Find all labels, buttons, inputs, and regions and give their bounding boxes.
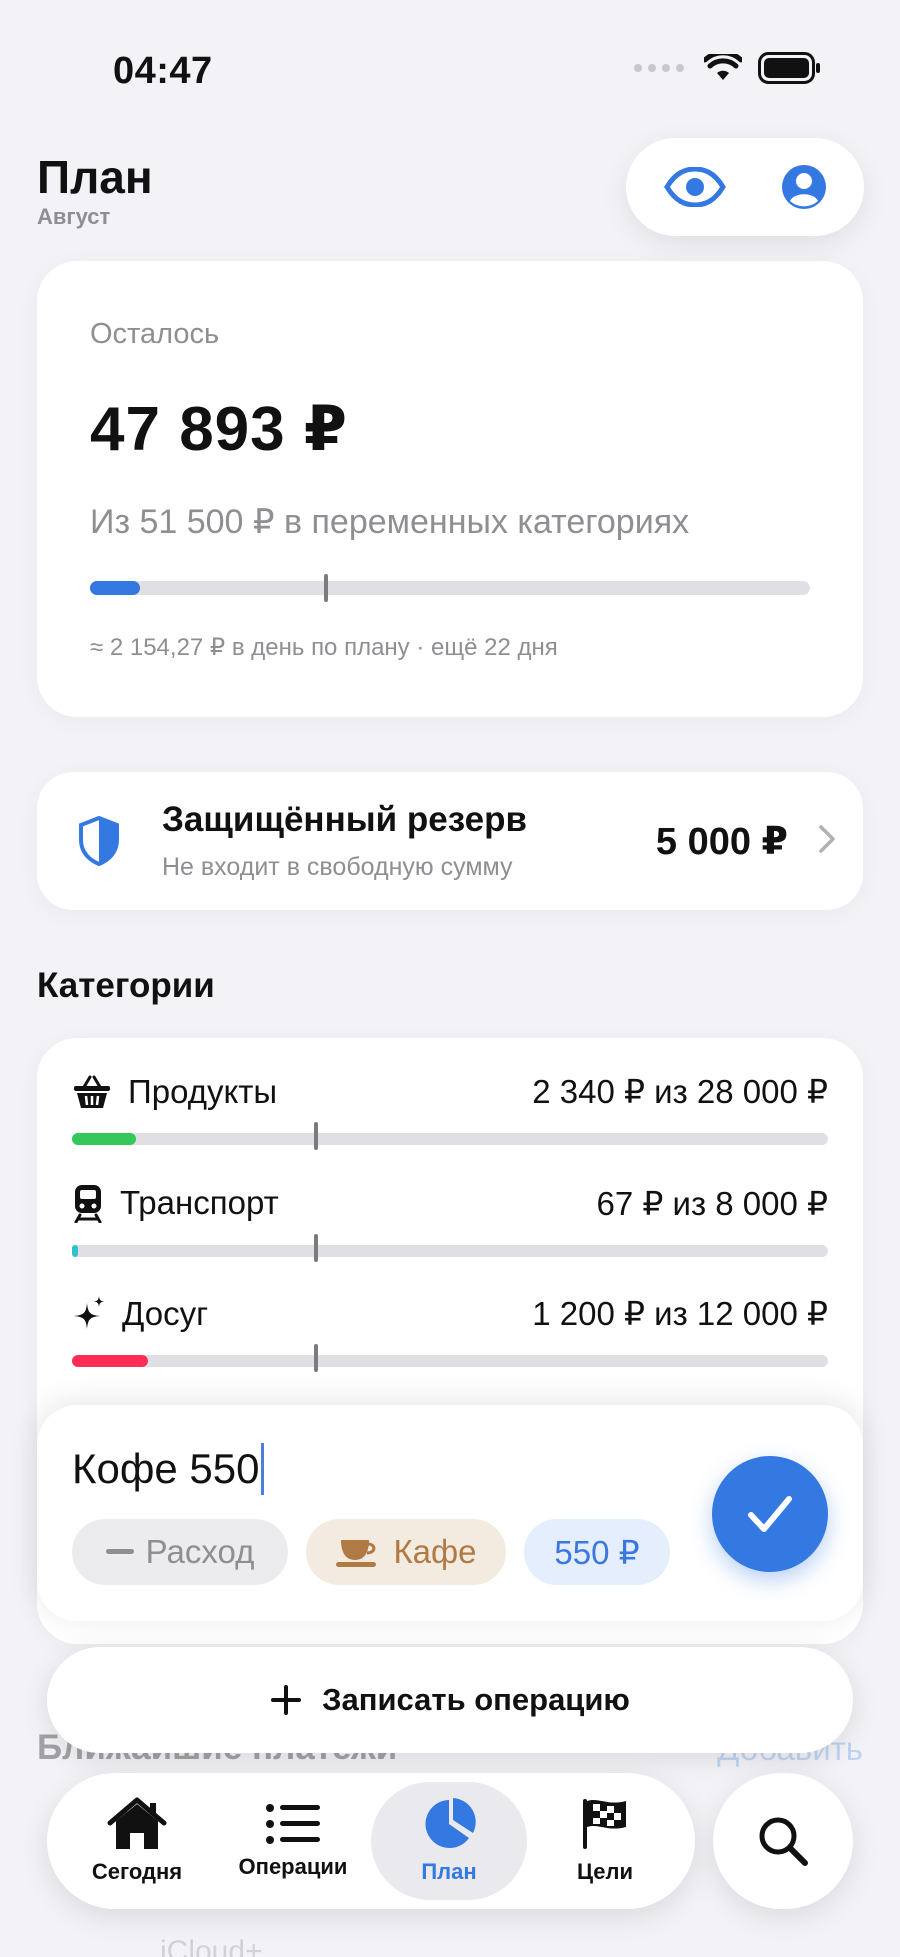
tab-today[interactable]: Сегодня: [59, 1782, 215, 1900]
category-plan-marker: [313, 1234, 318, 1262]
record-operation-button[interactable]: Записать операцию: [47, 1647, 853, 1753]
category-plan-marker: [313, 1122, 318, 1150]
category-name: Продукты: [128, 1072, 278, 1110]
signal-icon: [634, 64, 684, 72]
sparkles-icon: [74, 1295, 104, 1329]
quick-entry-text: Кофе 550: [72, 1445, 260, 1492]
tab-label: Сегодня: [91, 1859, 183, 1884]
confirm-button[interactable]: [712, 1456, 828, 1572]
pie-chart-icon: [425, 1798, 476, 1848]
quick-entry-input[interactable]: Кофе 550: [72, 1443, 265, 1495]
tab-bar: Сегодня Операции План Цели: [47, 1773, 695, 1909]
category-plan-marker: [313, 1344, 318, 1372]
category-name: Транспорт: [120, 1184, 279, 1221]
tab-label: Цели: [576, 1859, 634, 1884]
shield-icon: [79, 816, 119, 866]
chip-expense-type[interactable]: Расход: [72, 1519, 288, 1585]
category-progress-bar: [72, 1234, 828, 1262]
reserve-subtitle: Не входит в свободную сумму: [162, 853, 513, 881]
checkmark-icon: [748, 1496, 792, 1532]
summary-progress-bar: [90, 574, 810, 602]
tab-label: План: [421, 1859, 477, 1884]
page-subtitle: Август: [37, 204, 111, 229]
status-time: 04:47: [113, 50, 213, 92]
search-icon: [759, 1817, 808, 1866]
remaining-amount: 47 893 ₽: [90, 395, 348, 464]
eye-icon[interactable]: [663, 167, 726, 207]
coffee-cup-icon: [336, 1540, 377, 1567]
category-progress-fill: [72, 1245, 79, 1257]
profile-icon[interactable]: [781, 164, 827, 210]
tab-label: Операции: [238, 1854, 348, 1879]
search-button[interactable]: [713, 1773, 853, 1909]
record-operation-label: Записать операцию: [322, 1682, 630, 1717]
chip-label: Кафе: [393, 1533, 477, 1570]
chip-amount[interactable]: 550 ₽: [524, 1519, 670, 1585]
categories-title: Категории: [37, 966, 215, 1005]
flag-icon: [583, 1799, 626, 1849]
chevron-right-icon: [819, 825, 835, 853]
upcoming-item-label: iCloud+: [160, 1935, 263, 1957]
category-amount: 1 200 ₽ из 12 000 ₽: [532, 1295, 828, 1332]
basket-icon: [74, 1075, 110, 1108]
category-progress-fill: [72, 1133, 136, 1145]
category-name: Досуг: [122, 1294, 209, 1332]
plan-note: Из 51 500 ₽ в переменных категориях: [90, 503, 690, 541]
status-icons: [634, 52, 822, 84]
summary-progress-fill: [90, 581, 141, 595]
category-progress-bar: [72, 1344, 828, 1372]
header-actions: [626, 138, 864, 236]
reserve-amount: 5 000 ₽: [655, 821, 788, 863]
page-title: План: [37, 151, 153, 203]
summary-plan-marker: [324, 574, 328, 602]
daily-note: ≈ 2 154,27 ₽ в день по плану · ещё 22 дн…: [90, 634, 558, 661]
category-progress-fill: [72, 1355, 148, 1367]
category-row-leisure[interactable]: Досуг 1 200 ₽ из 12 000 ₽: [72, 1294, 828, 1372]
train-icon: [74, 1185, 102, 1223]
chip-label: 550 ₽: [554, 1533, 640, 1571]
tab-plan[interactable]: План: [371, 1782, 527, 1900]
house-icon: [107, 1797, 167, 1849]
chip-label: Расход: [145, 1533, 255, 1570]
category-amount: 2 340 ₽ из 28 000 ₽: [532, 1073, 828, 1110]
minus-icon: [105, 1549, 134, 1554]
tab-operations[interactable]: Операции: [215, 1782, 371, 1900]
category-row-transport[interactable]: Транспорт 67 ₽ из 8 000 ₽: [72, 1183, 828, 1262]
category-progress-bar: [72, 1122, 828, 1150]
plus-icon: [271, 1685, 302, 1715]
tab-goals[interactable]: Цели: [527, 1782, 683, 1900]
remaining-label: Осталось: [90, 318, 220, 350]
category-amount: 67 ₽ из 8 000 ₽: [596, 1184, 828, 1222]
category-row-products[interactable]: Продукты 2 340 ₽ из 28 000 ₽: [72, 1072, 828, 1150]
chip-category[interactable]: Кафе: [306, 1519, 506, 1585]
reserve-title: Защищённый резерв: [162, 800, 527, 839]
text-caret: [261, 1443, 265, 1495]
wifi-icon: [704, 54, 742, 80]
battery-icon: [758, 52, 820, 84]
list-icon: [266, 1804, 320, 1844]
